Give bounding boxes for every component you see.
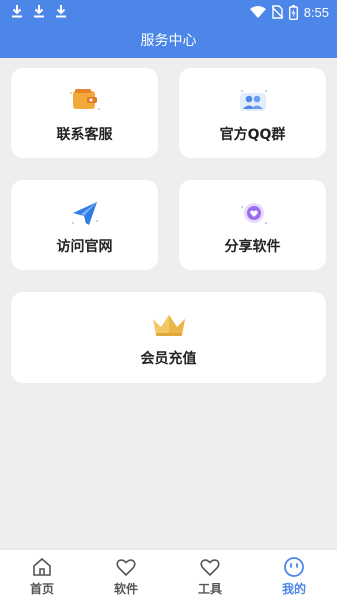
download-icon [56, 5, 66, 18]
visit-website-card[interactable]: 访问官网 [11, 180, 158, 270]
tab-mine[interactable]: 我的 [252, 550, 336, 600]
tab-label: 首页 [29, 582, 54, 596]
tab-home[interactable]: 首页 [0, 550, 84, 600]
tab-label: 我的 [281, 582, 306, 596]
bottom-tab-bar: 首页 软件 工具 我的 [0, 549, 337, 600]
tab-label: 工具 [197, 582, 222, 596]
contact-support-card[interactable]: 联系客服 [11, 68, 158, 158]
status-bar: 8:55 [0, 0, 337, 24]
wifi-icon [249, 6, 266, 18]
tab-tools[interactable]: 工具 [168, 550, 252, 600]
card-label: 官方QQ群 [219, 127, 286, 143]
card-label: 分享软件 [224, 239, 281, 255]
tab-software[interactable]: 软件 [84, 550, 168, 600]
home-icon [33, 557, 51, 576]
card-label: 访问官网 [56, 239, 113, 255]
share-app-card[interactable]: 分享软件 [179, 180, 326, 270]
card-label: 会员充值 [140, 351, 197, 367]
heart-badge-icon [240, 203, 267, 224]
smiley-icon [284, 557, 304, 577]
tab-label: 软件 [113, 582, 138, 596]
download-icon [12, 5, 22, 18]
app-header: 8:55 服务中心 [0, 0, 337, 58]
vip-recharge-card[interactable]: 会员充值 [11, 292, 326, 383]
no-sim-icon [271, 5, 283, 19]
group-icon [239, 90, 267, 111]
heart-icon [200, 559, 220, 577]
paper-plane-icon [71, 202, 98, 225]
download-icon [34, 5, 44, 18]
status-icons: 8:55 [249, 3, 329, 21]
wallet-icon [69, 89, 100, 110]
page-title: 服务中心 [140, 33, 197, 49]
card-label: 联系客服 [56, 127, 113, 143]
status-time: 8:55 [303, 4, 329, 20]
official-qq-group-card[interactable]: 官方QQ群 [179, 68, 326, 158]
crown-icon [152, 315, 185, 336]
heart-icon [116, 559, 136, 577]
battery-icon [288, 4, 298, 20]
